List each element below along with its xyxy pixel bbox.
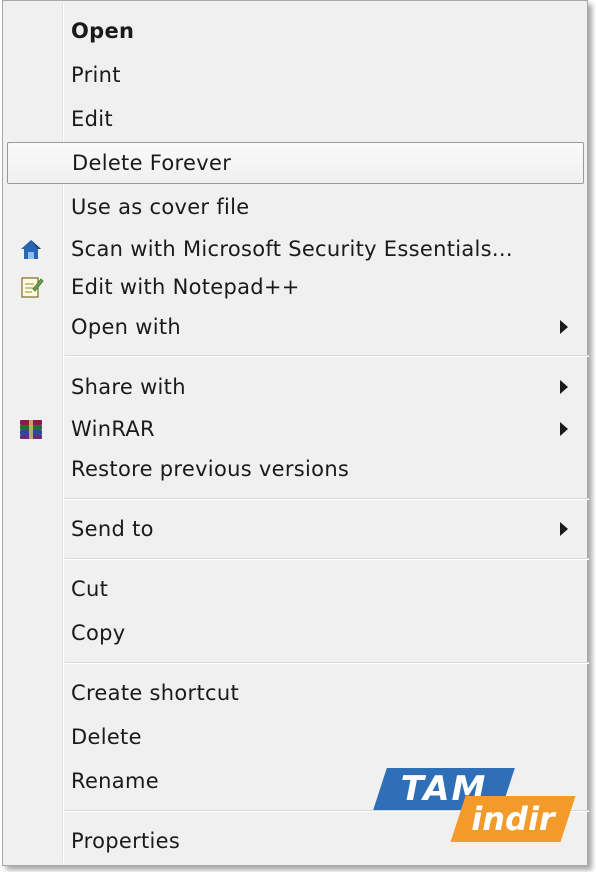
context-menu: Open Print Edit Delete Forever Use as co… bbox=[2, 0, 589, 866]
winrar-books-icon bbox=[18, 417, 44, 441]
menu-item-use-as-cover-file[interactable]: Use as cover file bbox=[7, 187, 584, 227]
notepad-icon bbox=[18, 275, 44, 299]
menu-item-label: Open bbox=[71, 19, 135, 43]
menu-item-cut[interactable]: Cut bbox=[7, 569, 584, 609]
menu-separator bbox=[65, 558, 589, 560]
menu-item-label: Print bbox=[71, 63, 121, 87]
menu-item-label: Delete bbox=[71, 725, 142, 749]
submenu-arrow-icon bbox=[560, 320, 568, 334]
menu-item-label: Rename bbox=[71, 769, 159, 793]
menu-item-share-with[interactable]: Share with bbox=[7, 367, 584, 407]
menu-item-label: Delete Forever bbox=[72, 151, 232, 175]
menu-item-label: Open with bbox=[71, 315, 182, 339]
menu-item-delete[interactable]: Delete bbox=[7, 717, 584, 757]
menu-item-open[interactable]: Open bbox=[7, 11, 584, 51]
shield-house-icon bbox=[18, 237, 44, 261]
submenu-arrow-icon bbox=[560, 422, 568, 436]
menu-item-label: Share with bbox=[71, 375, 186, 399]
menu-item-restore-previous-versions[interactable]: Restore previous versions bbox=[7, 449, 584, 489]
menu-item-label: Scan with Microsoft Security Essentials.… bbox=[71, 237, 513, 261]
menu-item-print[interactable]: Print bbox=[7, 55, 584, 95]
watermark-indir-block: indir bbox=[450, 796, 576, 842]
menu-item-label: Edit bbox=[71, 107, 113, 131]
submenu-arrow-icon bbox=[560, 522, 568, 536]
menu-item-delete-forever[interactable]: Delete Forever bbox=[7, 142, 584, 184]
menu-item-label: Copy bbox=[71, 621, 126, 645]
menu-item-send-to[interactable]: Send to bbox=[7, 509, 584, 549]
menu-item-winrar[interactable]: WinRAR bbox=[7, 409, 584, 449]
menu-item-label: Properties bbox=[71, 829, 181, 853]
menu-item-label: WinRAR bbox=[71, 417, 155, 441]
tamindir-watermark-logo: TAM indir bbox=[373, 762, 580, 852]
menu-item-label: Use as cover file bbox=[71, 195, 250, 219]
menu-item-copy[interactable]: Copy bbox=[7, 613, 584, 653]
menu-item-scan-security-essentials[interactable]: Scan with Microsoft Security Essentials.… bbox=[7, 229, 584, 269]
menu-item-label: Send to bbox=[71, 517, 154, 541]
menu-item-create-shortcut[interactable]: Create shortcut bbox=[7, 673, 584, 713]
menu-item-label: Restore previous versions bbox=[71, 457, 350, 481]
menu-separator bbox=[65, 662, 589, 664]
menu-separator bbox=[65, 498, 589, 500]
menu-separator bbox=[65, 355, 589, 357]
menu-item-edit-with-notepad[interactable]: Edit with Notepad++ bbox=[7, 267, 584, 307]
menu-item-label: Edit with Notepad++ bbox=[71, 275, 300, 299]
submenu-arrow-icon bbox=[560, 380, 568, 394]
menu-item-edit[interactable]: Edit bbox=[7, 99, 584, 139]
menu-item-label: Cut bbox=[71, 577, 109, 601]
menu-item-open-with[interactable]: Open with bbox=[7, 307, 584, 347]
menu-item-label: Create shortcut bbox=[71, 681, 240, 705]
